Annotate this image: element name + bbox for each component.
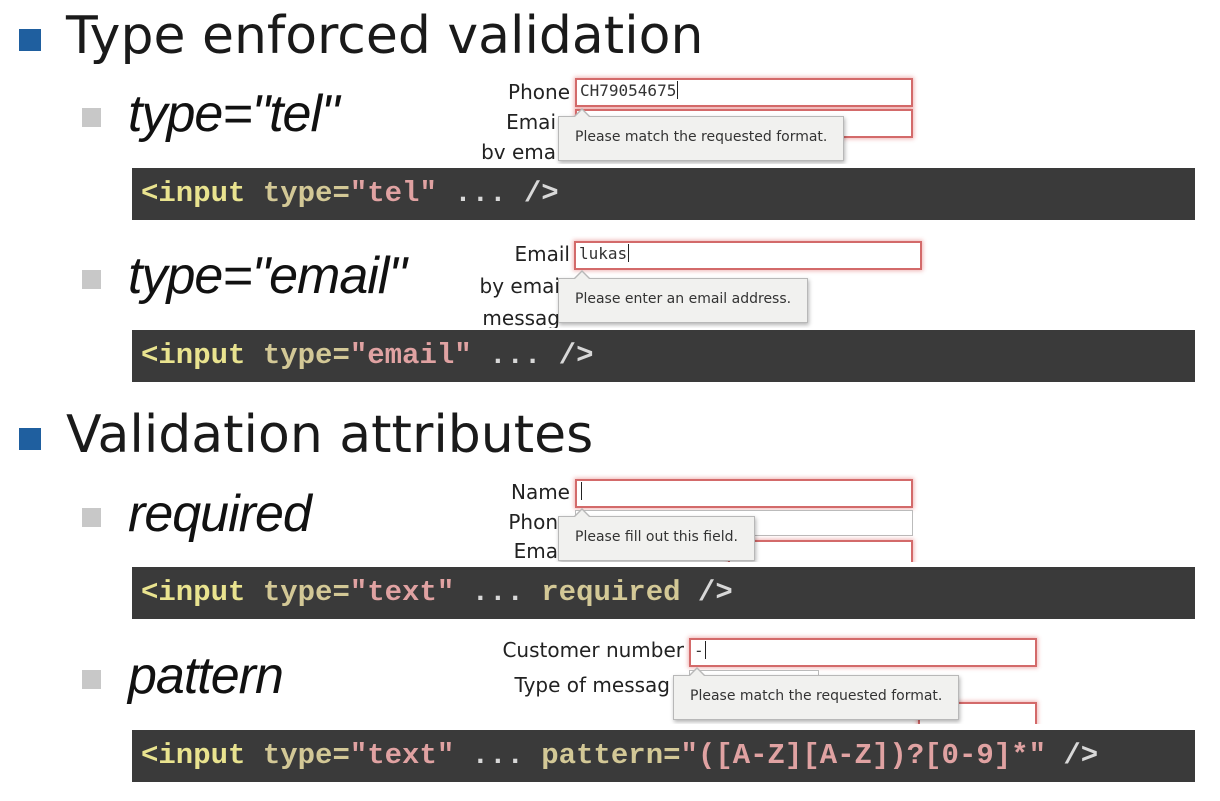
item-label: required [128, 485, 312, 543]
code-snippet: <input type="email" ... /> [132, 330, 1195, 382]
code-snippet: <input type="text" ... required /> [132, 567, 1195, 619]
phone-input[interactable]: CH79054675 [575, 78, 913, 107]
text-caret [704, 641, 706, 659]
section-title: Type enforced validation [66, 6, 704, 66]
field-label: bv ema [481, 140, 556, 164]
section-title: Validation attributes [66, 405, 594, 465]
validation-tooltip: Please enter an email address. [558, 270, 809, 323]
field-label: Type of messag [514, 673, 670, 697]
section-bullet [19, 29, 41, 51]
section-bullet [19, 428, 41, 450]
field-label: messag [482, 306, 560, 328]
validation-tooltip: Please match the requested format. [673, 667, 960, 720]
text-caret [677, 81, 679, 99]
name-input[interactable] [575, 479, 913, 508]
input-value: - [694, 641, 704, 660]
tel-validation-screenshot: Phone CH79054675 Emai bv ema Please matc… [478, 72, 928, 164]
field-label: by emai [479, 274, 561, 298]
item-label: pattern [128, 647, 284, 705]
field-label: Emai [506, 110, 556, 134]
item-bullet [82, 670, 101, 689]
email-input[interactable] [728, 540, 913, 562]
field-label: Phone [508, 80, 570, 104]
field-label: Phon [508, 510, 558, 534]
text-caret [581, 482, 582, 500]
item-bullet [82, 108, 101, 127]
input-value: CH79054675 [580, 81, 677, 100]
email-validation-screenshot: Email lukas by emai messag Please enter … [478, 236, 938, 328]
code-snippet: <input type="tel" ... /> [132, 168, 1195, 220]
validation-tooltip: Please fill out this field. [558, 508, 755, 561]
field-label: Customer number [502, 638, 684, 662]
validation-tooltip: Please match the requested format. [558, 108, 845, 161]
input-value: lukas [579, 244, 628, 263]
field-label: Email [514, 242, 571, 266]
item-bullet [82, 508, 101, 527]
code-snippet: <input type="text" ... pattern="([A-Z][A… [132, 730, 1195, 782]
pattern-validation-screenshot: Customer number - Type of messag Please … [478, 632, 1048, 724]
field-label: Ema [513, 539, 558, 562]
email-input[interactable]: lukas [574, 241, 922, 270]
required-validation-screenshot: Name Phon Ema Please fill out this field… [478, 474, 928, 562]
text-caret [628, 244, 630, 262]
item-label: type="tel" [128, 85, 339, 143]
item-label: type="email" [128, 247, 407, 305]
customer-number-input[interactable]: - [689, 638, 1037, 667]
item-bullet [82, 270, 101, 289]
field-label: Name [510, 480, 570, 504]
